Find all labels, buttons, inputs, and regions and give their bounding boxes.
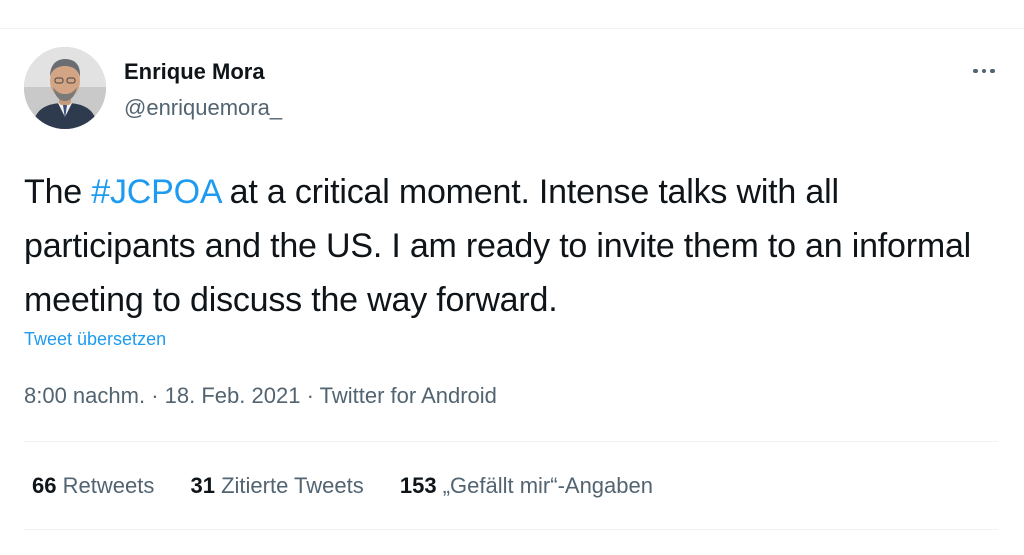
quotes-count: 31	[190, 473, 215, 498]
author-name[interactable]: Enrique Mora	[124, 59, 265, 85]
tweet-text: The #JCPOA at a critical moment. Intense…	[24, 165, 1004, 327]
engagement-stats: 66 Retweets 31 Zitierte Tweets 153 „Gefä…	[32, 473, 683, 499]
divider	[24, 441, 998, 442]
retweets-label: Retweets	[62, 473, 155, 498]
likes-stat[interactable]: 153 „Gefällt mir“-Angaben	[400, 473, 653, 499]
tweet: Enrique Mora @enriquemora_ The #JCPOA at…	[0, 29, 1024, 555]
meta-separator: ·	[306, 383, 314, 408]
author-handle[interactable]: @enriquemora_	[124, 95, 282, 121]
hashtag-link[interactable]: #JCPOA	[91, 173, 220, 211]
divider	[24, 529, 998, 530]
avatar[interactable]	[24, 47, 106, 129]
avatar-image	[24, 47, 106, 129]
tweet-metadata: 8:00 nachm. · 18. Feb. 2021 · Twitter fo…	[24, 383, 497, 409]
translate-tweet-link[interactable]: Tweet übersetzen	[24, 329, 166, 350]
likes-label: „Gefällt mir“-Angaben	[442, 473, 653, 498]
more-horizontal-icon	[973, 68, 978, 74]
likes-count: 153	[399, 473, 437, 498]
tweet-time[interactable]: 8:00 nachm.	[24, 383, 145, 408]
tweet-date[interactable]: 18. Feb. 2021	[165, 383, 301, 408]
retweets-stat[interactable]: 66 Retweets	[32, 473, 154, 499]
tweet-source[interactable]: Twitter for Android	[320, 383, 497, 408]
tweet-text-start: The	[24, 173, 92, 211]
quote-tweets-stat[interactable]: 31 Zitierte Tweets	[190, 473, 363, 499]
quotes-label: Zitierte Tweets	[221, 473, 364, 498]
retweets-count: 66	[32, 473, 57, 498]
more-horizontal-icon	[990, 68, 995, 74]
more-horizontal-icon	[981, 68, 987, 74]
meta-separator: ·	[151, 383, 159, 408]
more-options-button[interactable]	[964, 59, 1004, 83]
